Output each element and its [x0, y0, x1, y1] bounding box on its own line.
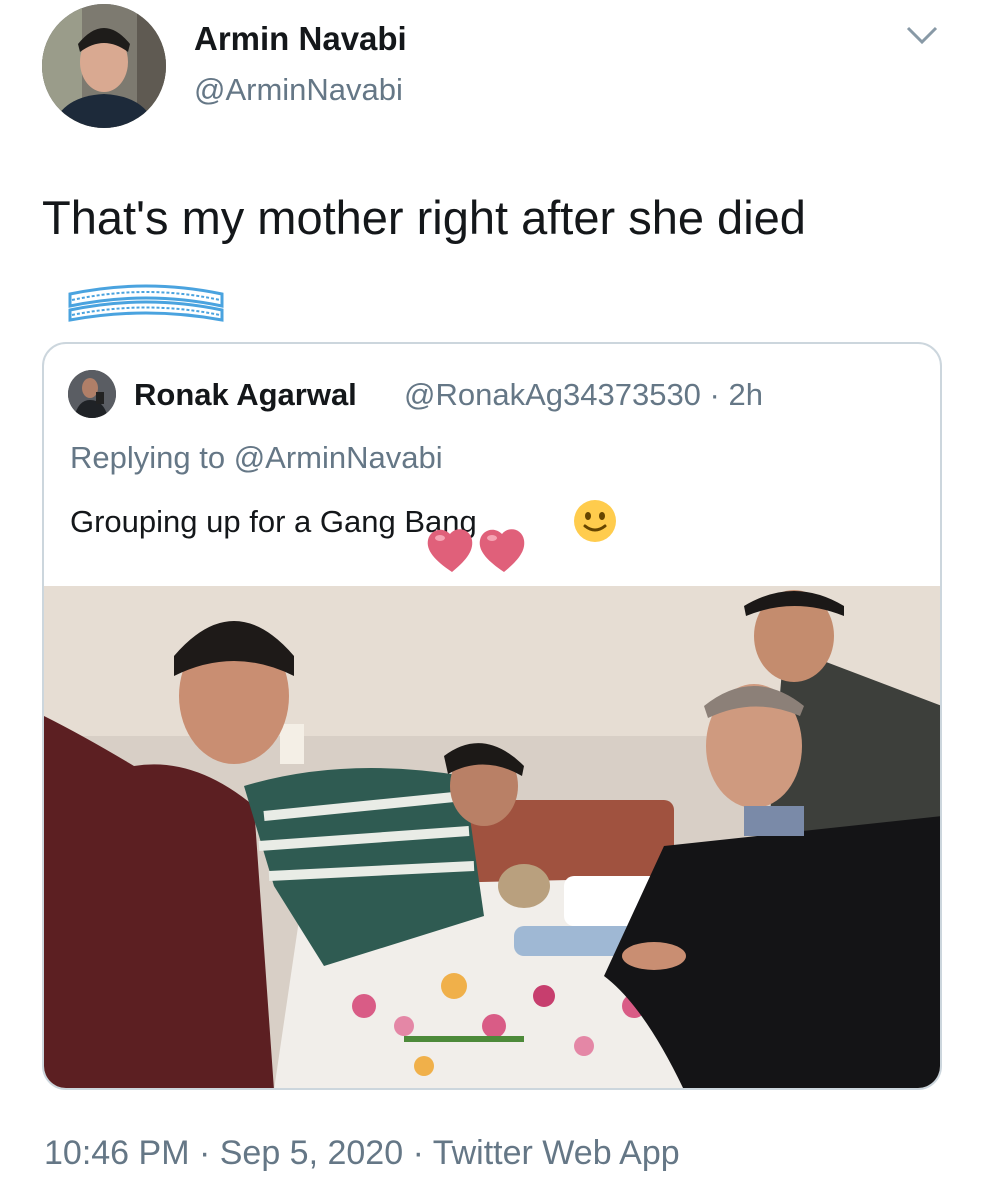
hearts-icon	[427, 529, 525, 572]
tweet-text: That's my mother right after she died	[42, 191, 806, 244]
chevron-down-icon[interactable]	[904, 22, 940, 50]
tweet-timestamp: 10:46 PM · Sep 5, 2020 · Twitter Web App	[44, 1134, 680, 1173]
scribble-overlay	[68, 284, 224, 322]
attached-photo[interactable]	[44, 586, 940, 1088]
author-name[interactable]: Armin Navabi	[194, 20, 407, 58]
attached-photo-icon	[44, 586, 940, 1088]
source-app-link[interactable]: Twitter Web App	[433, 1134, 680, 1172]
quoted-author-avatar[interactable]	[68, 370, 116, 418]
replying-to[interactable]: Replying to @ArminNavabi	[70, 440, 443, 476]
quoted-author-meta[interactable]: @RonakAg34373530 · 2h	[404, 377, 763, 413]
profile-photo-icon	[68, 370, 116, 418]
quoted-tweet-text: Grouping up for a Gang Bang	[70, 504, 477, 539]
author-handle[interactable]: @ArminNavabi	[194, 72, 403, 108]
profile-photo-icon	[42, 4, 166, 128]
time-date[interactable]: 10:46 PM · Sep 5, 2020 ·	[44, 1134, 433, 1172]
smiling-face-icon	[574, 500, 616, 542]
quoted-author-name[interactable]: Ronak Agarwal	[134, 377, 357, 413]
author-avatar[interactable]	[42, 4, 166, 128]
quoted-tweet-card[interactable]: Ronak Agarwal @RonakAg34373530 · 2h Repl…	[42, 342, 942, 1090]
